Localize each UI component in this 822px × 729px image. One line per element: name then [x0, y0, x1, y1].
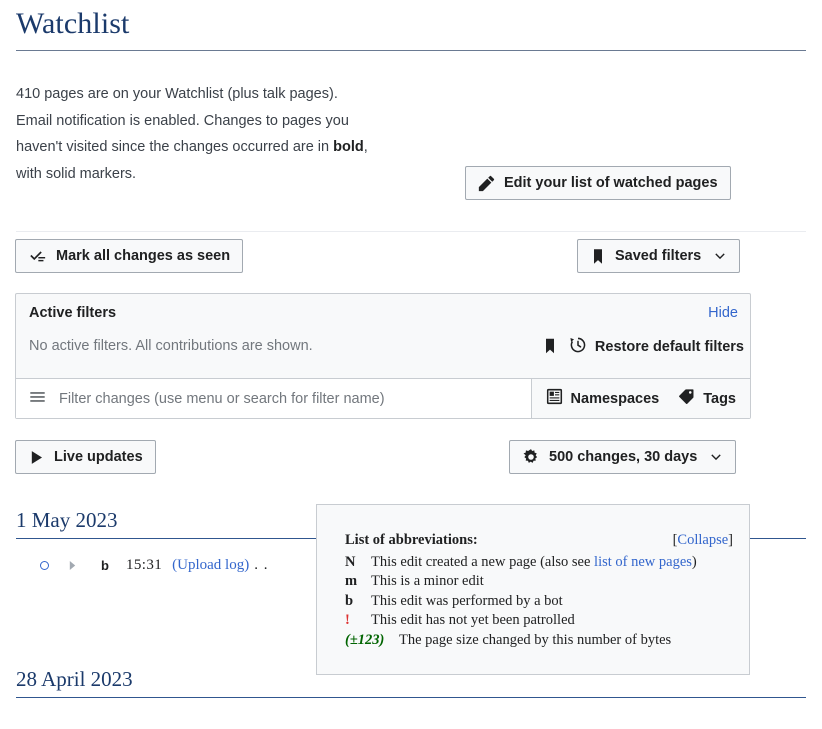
restore-default-filters-label: Restore default filters	[595, 339, 744, 355]
summary-line-3-post: ,	[364, 139, 368, 155]
legend-desc-bytes: The page size changed by this number of …	[399, 631, 671, 651]
change-time: 15:31	[126, 557, 162, 574]
filter-changes-input[interactable]	[59, 391, 512, 407]
summary-line-2: Email notification is enabled. Changes t…	[16, 113, 349, 129]
tags-label: Tags	[703, 391, 736, 407]
seen-marker-icon	[40, 561, 49, 570]
collapse-link[interactable]: Collapse	[677, 532, 728, 548]
filters-panel-header: Active filters No active filters. All co…	[16, 294, 750, 378]
change-separator: . .	[254, 557, 268, 574]
changes-limit-label: 500 changes, 30 days	[549, 449, 697, 465]
legend-key-new: N	[345, 553, 371, 573]
legend-item-bot: b This edit was performed by a bot	[345, 592, 733, 612]
article-icon	[546, 388, 563, 409]
watchlist-toolbar-row: Mark all changes as seen Saved filters	[0, 239, 822, 275]
legend-key-patrolled: !	[345, 611, 371, 631]
legend-header: List of abbreviations: [Collapse]	[345, 531, 733, 551]
filter-bar: Namespaces Tags	[16, 378, 750, 418]
legend-key-bot: b	[345, 592, 371, 612]
abbreviations-legend: List of abbreviations: [Collapse] N This…	[316, 504, 750, 675]
summary-line-4: with solid markers.	[16, 166, 136, 182]
hamburger-menu-icon[interactable]	[27, 389, 48, 408]
upload-log-link[interactable]: (Upload log)	[172, 557, 249, 574]
edit-watched-pages-button[interactable]: Edit your list of watched pages	[465, 166, 731, 200]
hide-filters-link[interactable]: Hide	[708, 305, 738, 321]
legend-desc-new-post: )	[692, 554, 697, 570]
page-title: Watchlist	[0, 0, 822, 50]
no-active-filters-text: No active filters. All contributions are…	[29, 338, 313, 354]
legend-item-bytes: (±123) The page size changed by this num…	[345, 631, 733, 651]
saved-filters-label: Saved filters	[615, 248, 701, 264]
live-updates-label: Live updates	[54, 449, 143, 465]
bracket-close: ]	[728, 532, 733, 548]
intro-divider	[16, 231, 806, 232]
filter-input-area[interactable]	[16, 379, 532, 418]
watchlist-summary-text: 410 pages are on your Watchlist (plus ta…	[16, 81, 446, 187]
chevron-down-icon	[713, 249, 727, 263]
bookmark-icon[interactable]	[542, 337, 558, 358]
saved-filters-button[interactable]: Saved filters	[577, 239, 740, 273]
edit-watched-pages-label: Edit your list of watched pages	[504, 175, 718, 191]
legend-key-minor: m	[345, 572, 371, 592]
pencil-icon	[478, 175, 495, 192]
legend-item-new-page: N This edit created a new page (also see…	[345, 553, 733, 573]
filter-bar-right: Namespaces Tags	[532, 379, 750, 418]
mark-all-changes-seen-label: Mark all changes as seen	[56, 248, 230, 264]
tag-icon	[677, 388, 695, 409]
namespaces-label: Namespaces	[571, 391, 660, 407]
legend-key-bytes: (±123)	[345, 631, 399, 651]
summary-bold-word: bold	[333, 139, 364, 155]
live-updates-button[interactable]: Live updates	[15, 440, 156, 474]
gear-icon	[522, 448, 540, 466]
date-divider	[16, 697, 806, 698]
restore-default-filters-button[interactable]: Restore default filters	[569, 336, 744, 358]
legend-desc-new-pre: This edit created a new page (also see	[371, 554, 594, 570]
changes-limit-button[interactable]: 500 changes, 30 days	[509, 440, 736, 474]
restore-row: Restore default filters	[542, 336, 744, 358]
tags-button[interactable]: Tags	[677, 388, 736, 409]
date-heading: 28 April 2023	[0, 667, 822, 697]
changes-options-row: Live updates 500 changes, 30 days	[0, 440, 822, 476]
legend-desc-minor: This is a minor edit	[371, 572, 484, 592]
legend-desc-patrolled: This edit has not yet been patrolled	[371, 611, 575, 631]
bot-flag: b	[101, 558, 109, 573]
legend-item-minor: m This is a minor edit	[345, 572, 733, 592]
chevron-down-icon	[709, 450, 723, 464]
active-filters-label: Active filters	[29, 305, 116, 321]
expand-arrow-icon[interactable]	[68, 560, 77, 571]
summary-line-1: 410 pages are on your Watchlist (plus ta…	[16, 86, 338, 102]
list-of-new-pages-link[interactable]: list of new pages	[594, 554, 692, 570]
legend-item-patrolled: ! This edit has not yet been patrolled	[345, 611, 733, 631]
legend-desc-bot: This edit was performed by a bot	[371, 592, 563, 612]
legend-collapse-control: [Collapse]	[673, 531, 733, 551]
namespaces-button[interactable]: Namespaces	[546, 388, 660, 409]
date-section-2: 28 April 2023	[0, 667, 822, 698]
bookmark-icon	[590, 248, 606, 265]
play-icon	[28, 449, 45, 466]
history-icon	[569, 336, 587, 358]
summary-line-3-pre: haven't visited since the changes occurr…	[16, 139, 333, 155]
legend-title: List of abbreviations:	[345, 532, 478, 548]
legend-desc-new: This edit created a new page (also see l…	[371, 553, 697, 573]
filters-panel: Active filters No active filters. All co…	[15, 293, 751, 419]
check-all-icon	[28, 248, 47, 265]
mark-all-changes-seen-button[interactable]: Mark all changes as seen	[15, 239, 243, 273]
